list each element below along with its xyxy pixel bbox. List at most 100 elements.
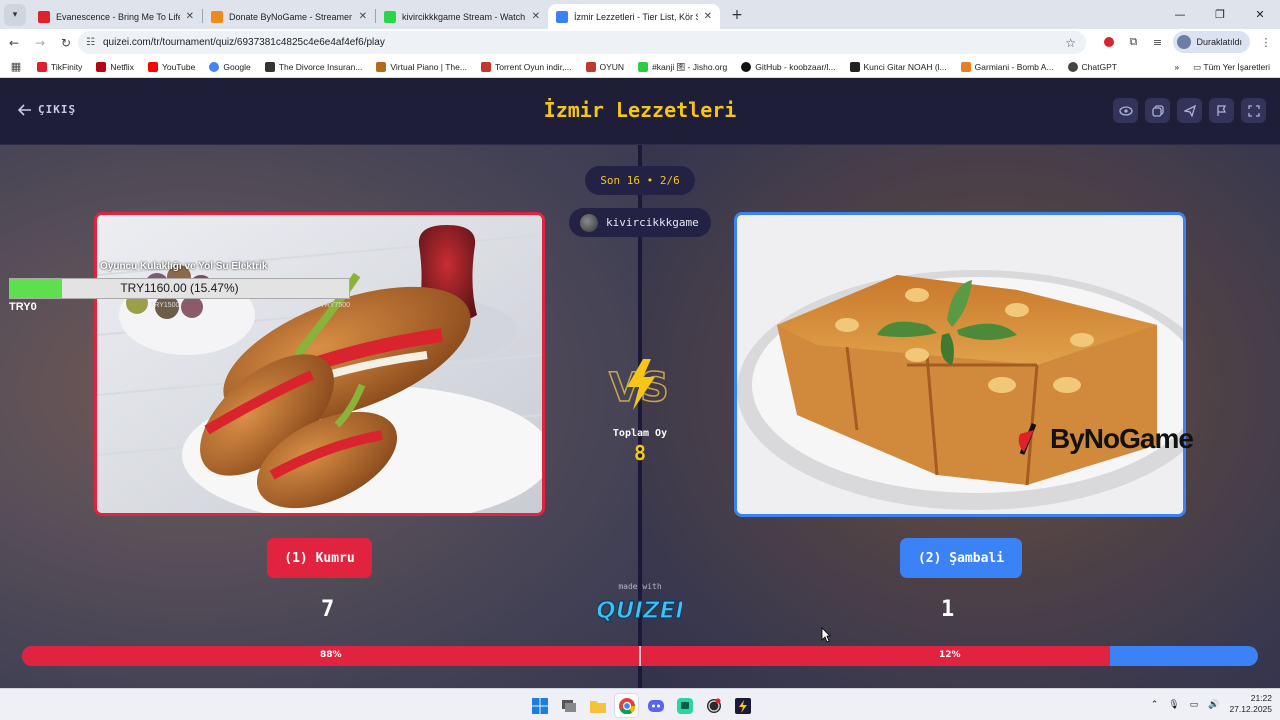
bookmark-star-icon[interactable]: ☆ [1065, 36, 1076, 50]
windows-taskbar: ⌃ 🎙 ▭ 🔊 21:22 27.12.2025 [0, 688, 1280, 720]
forward-icon[interactable]: → [28, 31, 52, 55]
bookmark-virtual-piano[interactable]: Virtual Piano | The... [369, 61, 474, 72]
bookmark-github[interactable]: GitHub - koobzaar/l... [734, 61, 842, 72]
reload-icon[interactable]: ↻ [54, 31, 78, 55]
window-controls: — ❐ ✕ [1160, 0, 1280, 28]
tab-0[interactable]: Evanescence - Bring Me To Life ✕ [30, 4, 202, 29]
bookmark-label: #kanji 图 - Jisho.org [652, 61, 728, 72]
tab-strip: ▾ Evanescence - Bring Me To Life ✕ Donat… [0, 0, 1280, 29]
tray-overflow-icon[interactable]: ⌃ [1151, 699, 1159, 710]
send-icon[interactable] [1177, 98, 1202, 123]
all-bookmarks-button[interactable]: ▭ Tüm Yer İşaretleri [1193, 62, 1270, 73]
mouse-cursor-icon [821, 627, 831, 643]
task-view-icon[interactable] [557, 694, 580, 717]
bookmark-tikfinity[interactable]: TikFinity [30, 61, 89, 72]
back-icon[interactable]: ← [2, 31, 26, 55]
chatgpt-icon [1067, 61, 1078, 72]
close-tab-icon[interactable]: ✕ [532, 11, 540, 22]
tikfinity-icon [37, 61, 47, 72]
close-tab-icon[interactable]: ✕ [704, 11, 712, 22]
donation-goal-bar: TRY1160.00 (15.47%) [9, 278, 350, 299]
bookmark-label: TikFinity [51, 61, 83, 72]
sambali-image [737, 215, 1183, 514]
bookmark-label: Virtual Piano | The... [390, 61, 467, 72]
quizei-logo[interactable]: QUIZEI [598, 593, 682, 625]
netflix-icon [96, 61, 107, 72]
youtube-favicon-icon [38, 10, 50, 23]
bookmark-label: Google [223, 61, 251, 72]
obs-icon[interactable] [702, 694, 725, 717]
bookmark-google[interactable]: Google [202, 61, 257, 72]
address-bar[interactable]: ☷ quizei.com/tr/tournament/quiz/6937381c… [78, 31, 1086, 54]
close-window-icon[interactable]: ✕ [1240, 0, 1280, 28]
tab-search-button[interactable]: ▾ [4, 4, 26, 26]
file-explorer-icon[interactable] [586, 694, 609, 717]
streamer-badge: kivircikkkgame [569, 208, 711, 237]
bookmark-label: The Divorce Insuran... [278, 61, 363, 72]
extensions-puzzle-icon[interactable]: ⧉ [1125, 34, 1141, 50]
total-votes-value: 8 [633, 441, 647, 465]
close-tab-icon[interactable]: ✕ [186, 11, 194, 22]
bookmark-youtube[interactable]: YouTube [141, 61, 202, 72]
bookmark-torrent[interactable]: Torrent Oyun indir,... [474, 61, 579, 72]
chrome-icon[interactable] [615, 694, 638, 717]
new-tab-button[interactable]: + [726, 4, 748, 26]
folder-icon [585, 61, 596, 72]
eye-icon[interactable] [1113, 98, 1138, 123]
option-card-right[interactable] [734, 212, 1186, 517]
site-info-icon[interactable]: ☷ [86, 37, 95, 48]
bar-midpoint [639, 646, 641, 666]
volume-icon[interactable]: 🔊 [1208, 699, 1219, 710]
microphone-icon[interactable]: 🎙 [1168, 699, 1179, 710]
close-tab-icon[interactable]: ✕ [359, 11, 367, 22]
reading-list-icon[interactable]: ≡ [1149, 34, 1165, 50]
system-tray: ⌃ 🎙 ▭ 🔊 21:22 27.12.2025 [1151, 693, 1272, 715]
app-icon[interactable] [731, 694, 754, 717]
chat-icon[interactable] [673, 694, 696, 717]
fullscreen-icon[interactable] [1241, 98, 1266, 123]
bookmark-label: Torrent Oyun indir,... [494, 61, 572, 72]
vote-option-2-button[interactable]: (2) Şambali [900, 538, 1022, 578]
bookmark-chatgpt[interactable]: ChatGPT [1061, 61, 1124, 72]
url-text[interactable]: quizei.com/tr/tournament/quiz/6937381c48… [103, 37, 385, 48]
profile-button[interactable]: Duraklatıldı [1173, 31, 1250, 53]
tab-3-active[interactable]: İzmir Lezzetleri - Tier List, Kör S ✕ [548, 4, 720, 29]
clock[interactable]: 21:22 27.12.2025 [1229, 693, 1272, 715]
network-icon[interactable]: ▭ [1190, 699, 1199, 710]
bookmark-oyun[interactable]: OYUN [579, 61, 632, 72]
option-card-left[interactable] [94, 212, 545, 516]
bookmark-label: GitHub - koobzaar/l... [755, 61, 836, 72]
bookmark-label: Kunci Gitar NOAH (l... [863, 61, 947, 72]
tab-title: kivircikkkgame Stream - Watch [402, 11, 526, 22]
bookmark-divorce[interactable]: The Divorce Insuran... [258, 61, 370, 72]
restore-icon[interactable]: ❐ [1200, 0, 1240, 28]
option-1-percentage: 88% [320, 650, 342, 660]
bookmark-kunci-gitar[interactable]: Kunci Gitar NOAH (l... [843, 61, 954, 72]
tick-label: TRY1500 [150, 302, 180, 309]
apps-grid-icon[interactable]: ▦ [8, 59, 24, 75]
bookmark-jisho[interactable]: #kanji 图 - Jisho.org [631, 61, 734, 73]
option-2-percentage: 12% [939, 650, 961, 660]
donation-goal-min: TRY0 [9, 301, 37, 313]
start-icon[interactable] [528, 694, 551, 717]
discord-icon[interactable] [644, 694, 667, 717]
clock-date: 27.12.2025 [1229, 704, 1272, 714]
menu-kebab-icon[interactable]: ⋮ [1258, 34, 1274, 50]
minimize-icon[interactable]: — [1160, 0, 1200, 28]
copy-icon[interactable] [1145, 98, 1170, 123]
more-bookmarks-icon[interactable]: » [1174, 62, 1179, 72]
vote-option-1-button[interactable]: (1) Kumru [267, 538, 372, 578]
jisho-icon [638, 61, 649, 72]
tab-2[interactable]: kivircikkkgame Stream - Watch ✕ [376, 4, 548, 29]
bookmark-label: ChatGPT [1081, 61, 1117, 72]
quiz-page: ÇIKIŞ İzmir Lezzetleri Son 16 • 2/6 kivi… [0, 79, 1280, 688]
streamer-avatar [580, 213, 598, 232]
site-icon [264, 61, 275, 72]
bookmark-garmiani[interactable]: Garmiani - Bomb A... [954, 61, 1061, 72]
extension-icon[interactable] [1101, 34, 1117, 50]
flag-icon[interactable] [1209, 98, 1234, 123]
bookmark-label: OYUN [599, 61, 625, 72]
bookmark-netflix[interactable]: Netflix [89, 61, 141, 72]
tab-1[interactable]: Donate ByNoGame - Streamer ✕ [203, 4, 375, 29]
bookmarks-bar: ▦ TikFinity Netflix YouTube Google The D… [0, 56, 1280, 78]
